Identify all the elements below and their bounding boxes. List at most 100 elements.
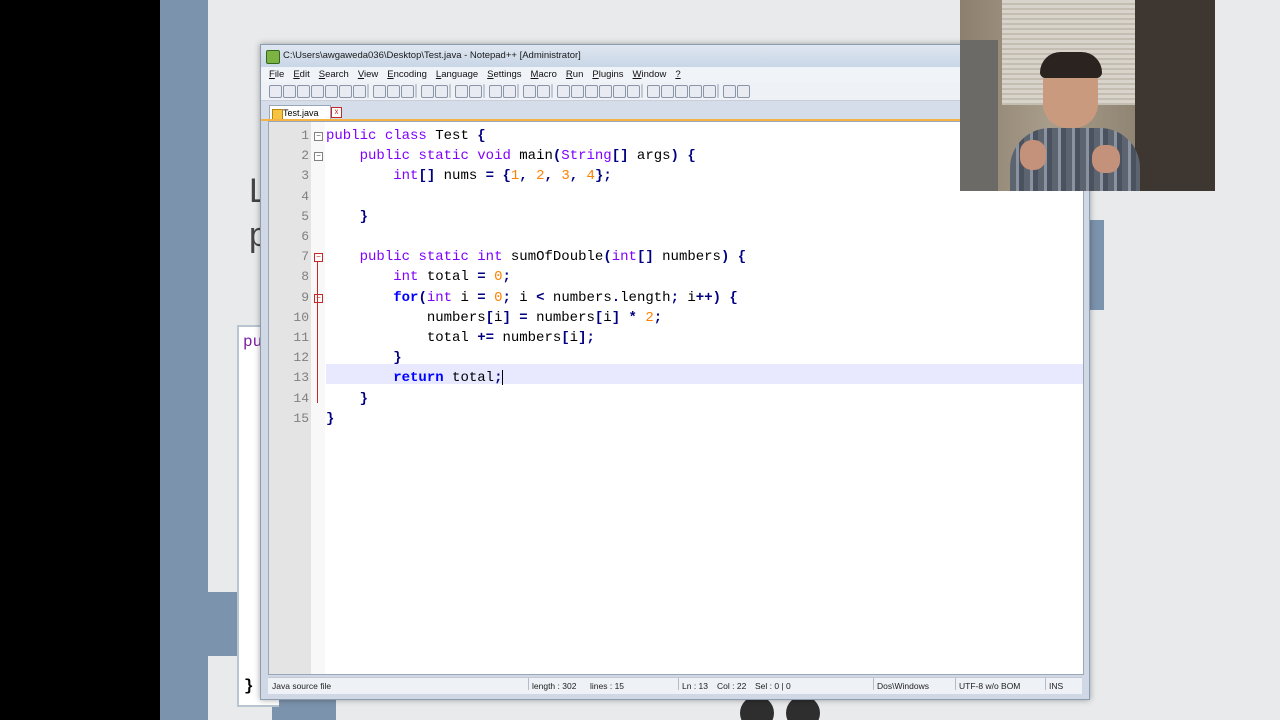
line-number: 3 xyxy=(301,168,309,184)
status-selection: Sel : 0 | 0 xyxy=(755,681,791,691)
code-line[interactable]: 15} xyxy=(293,409,1083,429)
menu-edit[interactable]: Edit xyxy=(293,69,309,80)
menu-encoding[interactable]: Encoding xyxy=(387,69,427,80)
slide-left-bar xyxy=(160,0,208,720)
code-line[interactable]: 5 } xyxy=(301,207,1083,227)
webcam-overlay xyxy=(960,0,1215,191)
presenter-hand xyxy=(1092,145,1120,173)
status-encoding[interactable]: UTF-8 w/o BOM xyxy=(959,678,1020,694)
fold-toggle-icon[interactable]: − xyxy=(314,293,323,303)
code-text: public static int sumOfDouble(int[] numb… xyxy=(359,249,747,266)
print-icon[interactable] xyxy=(353,85,366,98)
toolbar-separator xyxy=(449,84,451,98)
line-number: 8 xyxy=(301,269,309,285)
menu-run[interactable]: Run xyxy=(566,69,583,80)
code-text: total += numbers[i]; xyxy=(326,330,595,346)
webcam-door xyxy=(1135,0,1215,191)
word-wrap-icon[interactable] xyxy=(557,85,570,98)
redo-icon[interactable] xyxy=(435,85,448,98)
slide-right-accent xyxy=(1090,220,1104,310)
function-list-icon[interactable] xyxy=(627,85,640,98)
find-icon[interactable] xyxy=(455,85,468,98)
toolbar-separator xyxy=(483,84,485,98)
line-number: 9 xyxy=(301,289,309,305)
toolbar-separator xyxy=(641,84,643,98)
macro-record-icon[interactable] xyxy=(647,85,660,98)
window-title: C:\Users\awgaweda036\Desktop\Test.java -… xyxy=(283,50,581,61)
fold-margin[interactable] xyxy=(311,122,325,674)
menu-file[interactable]: File xyxy=(269,69,284,80)
status-file-type: Java source file xyxy=(272,681,332,691)
slide-code-brace: } xyxy=(244,677,254,695)
code-line[interactable]: 12 } xyxy=(293,348,1083,368)
code-line[interactable]: 8 int total = 0; xyxy=(301,267,1083,287)
code-area[interactable]: 1− public class Test {2− public static vo… xyxy=(293,122,1083,674)
menu-macro[interactable]: Macro xyxy=(531,69,557,80)
menu-settings[interactable]: Settings xyxy=(487,69,521,80)
status-column: Col : 22 xyxy=(717,681,747,691)
line-number: 5 xyxy=(301,208,309,224)
code-text: int[] nums = {1, 2, 3, 4}; xyxy=(393,168,612,185)
macro-play-multiple-icon[interactable] xyxy=(689,85,702,98)
save-all-icon[interactable] xyxy=(311,85,324,98)
tab-test-java[interactable]: Test.java x xyxy=(269,105,342,120)
tab-close-icon[interactable]: x xyxy=(331,107,342,118)
menu-plugins[interactable]: Plugins xyxy=(592,69,623,80)
code-text: return total; xyxy=(393,370,504,387)
menu-language[interactable]: Language xyxy=(436,69,478,80)
code-text: public class Test { xyxy=(326,128,486,144)
close-icon[interactable] xyxy=(325,85,338,98)
line-number: 2 xyxy=(301,148,309,164)
code-line[interactable]: 11 total += numbers[i]; xyxy=(293,328,1083,348)
zoom-out-icon[interactable] xyxy=(503,85,516,98)
save-icon[interactable] xyxy=(297,85,310,98)
toolbar-separator xyxy=(551,84,553,98)
plugin-icon[interactable] xyxy=(737,85,750,98)
user-language-icon[interactable] xyxy=(599,85,612,98)
macro-play-icon[interactable] xyxy=(675,85,688,98)
code-text: public static void main(String[] args) { xyxy=(359,148,696,165)
menu-window[interactable]: Window xyxy=(633,69,667,80)
sync-vertical-icon[interactable] xyxy=(523,85,536,98)
cut-icon[interactable] xyxy=(373,85,386,98)
new-file-icon[interactable] xyxy=(269,85,282,98)
indent-guide-icon[interactable] xyxy=(585,85,598,98)
fold-toggle-icon[interactable]: − xyxy=(314,253,323,263)
code-line[interactable]: 13 return total; xyxy=(293,368,1083,388)
show-all-characters-icon[interactable] xyxy=(571,85,584,98)
code-line[interactable]: 7− public static int sumOfDouble(int[] n… xyxy=(301,247,1083,267)
paste-icon[interactable] xyxy=(401,85,414,98)
code-editor[interactable]: 1− public class Test {2− public static vo… xyxy=(268,121,1084,675)
macro-save-icon[interactable] xyxy=(703,85,716,98)
code-line[interactable]: 9− for(int i = 0; i < numbers.length; i+… xyxy=(301,288,1083,308)
close-all-icon[interactable] xyxy=(339,85,352,98)
menu-view[interactable]: View xyxy=(358,69,378,80)
status-separator xyxy=(1045,678,1046,690)
fold-toggle-icon[interactable]: − xyxy=(314,132,323,141)
copy-icon[interactable] xyxy=(387,85,400,98)
menu-help[interactable]: ? xyxy=(675,69,680,80)
line-number: 14 xyxy=(293,390,309,406)
line-number: 10 xyxy=(293,309,309,325)
spell-check-icon[interactable] xyxy=(723,85,736,98)
macro-stop-icon[interactable] xyxy=(661,85,674,98)
code-line[interactable]: 6 xyxy=(301,227,1083,247)
doc-map-icon[interactable] xyxy=(613,85,626,98)
code-line[interactable]: 14 } xyxy=(293,389,1083,409)
line-number: 7 xyxy=(301,249,309,265)
sync-horizontal-icon[interactable] xyxy=(537,85,550,98)
zoom-in-icon[interactable] xyxy=(489,85,502,98)
line-number: 13 xyxy=(293,370,309,386)
line-number: 4 xyxy=(301,188,309,204)
line-number: 11 xyxy=(293,330,309,345)
code-line[interactable]: 10 numbers[i] = numbers[i] * 2; xyxy=(293,308,1083,328)
replace-icon[interactable] xyxy=(469,85,482,98)
status-eol[interactable]: Dos\Windows xyxy=(877,678,929,694)
open-file-icon[interactable] xyxy=(283,85,296,98)
presenter-hair xyxy=(1040,52,1102,78)
fold-toggle-icon[interactable]: − xyxy=(314,152,323,162)
fold-range-line xyxy=(317,261,318,403)
status-insert-mode[interactable]: INS xyxy=(1049,678,1063,694)
menu-search[interactable]: Search xyxy=(319,69,349,80)
undo-icon[interactable] xyxy=(421,85,434,98)
